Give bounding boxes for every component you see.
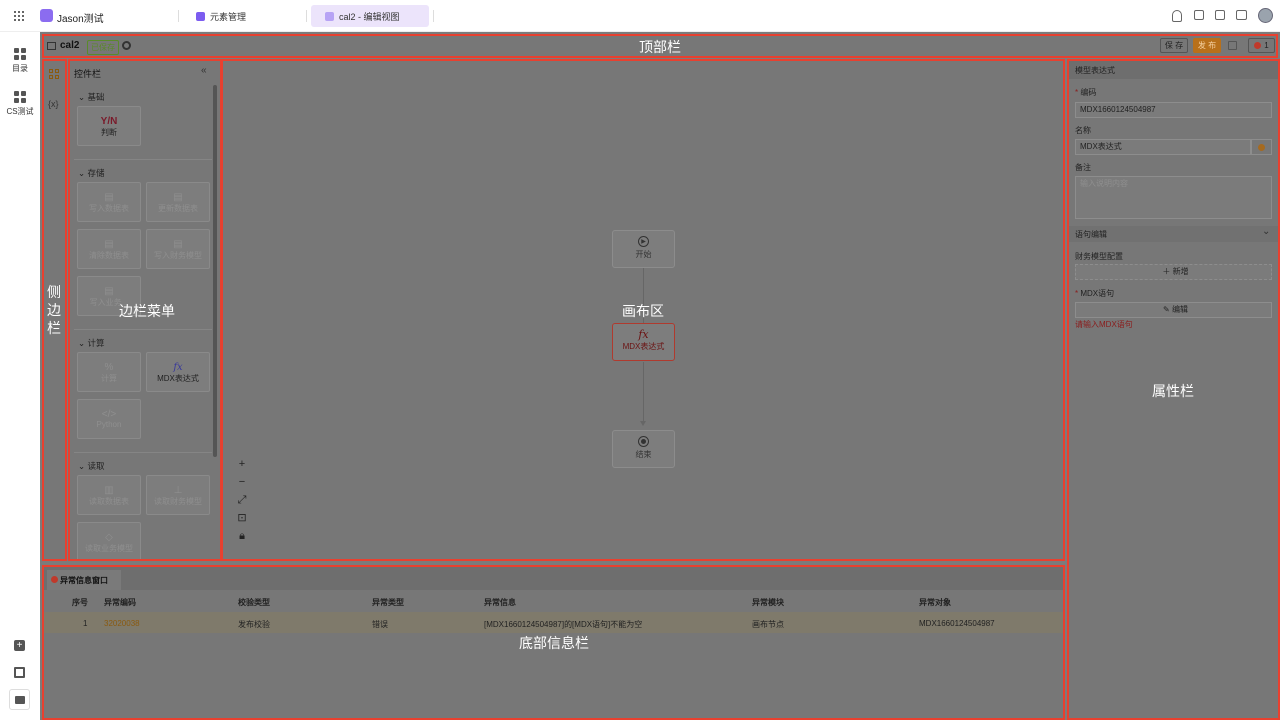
rail-item-label: CS测试 <box>6 107 34 116</box>
workspace-name[interactable]: Jason测试 <box>57 10 104 25</box>
catalog-icon <box>14 48 26 60</box>
left-rail: 目录 CS测试 + <box>0 32 40 720</box>
tab-element-management[interactable]: 元素管理 <box>182 5 302 27</box>
label-side-bar: 侧边栏 <box>47 284 61 336</box>
bell-icon[interactable] <box>1172 10 1182 22</box>
add-icon[interactable]: + <box>14 640 25 651</box>
rail-item-catalog[interactable]: 目录 <box>0 48 40 74</box>
dashboard-icon[interactable] <box>14 667 25 678</box>
apps-icon[interactable] <box>1194 10 1204 20</box>
tab-label: cal2 - 编辑视图 <box>339 11 400 22</box>
label-bottom: 底部信息栏 <box>519 635 589 651</box>
label-sidebar-menu: 边栏菜单 <box>119 303 175 319</box>
tab-label: 元素管理 <box>210 11 247 22</box>
label-canvas: 画布区 <box>622 303 664 319</box>
rail-item-cs-test[interactable]: CS测试 <box>0 91 40 117</box>
tab-cal2-edit-view[interactable]: cal2 - 编辑视图 <box>311 5 429 27</box>
cs-test-icon <box>14 91 26 103</box>
rail-item-label: 目录 <box>12 64 28 73</box>
folder-icon[interactable] <box>9 689 30 710</box>
top-navigation-bar: Jason测试 元素管理 cal2 - 编辑视图 <box>0 0 1280 32</box>
label-top-bar: 顶部栏 <box>639 39 681 55</box>
apps-grid-icon[interactable] <box>14 11 24 21</box>
layout-icon[interactable] <box>1215 10 1225 20</box>
download-icon[interactable] <box>1236 10 1247 20</box>
label-props: 属性栏 <box>1152 383 1194 399</box>
element-icon <box>196 11 205 21</box>
avatar[interactable] <box>1258 8 1273 23</box>
workspace-icon <box>40 9 53 22</box>
flow-icon <box>325 11 334 21</box>
